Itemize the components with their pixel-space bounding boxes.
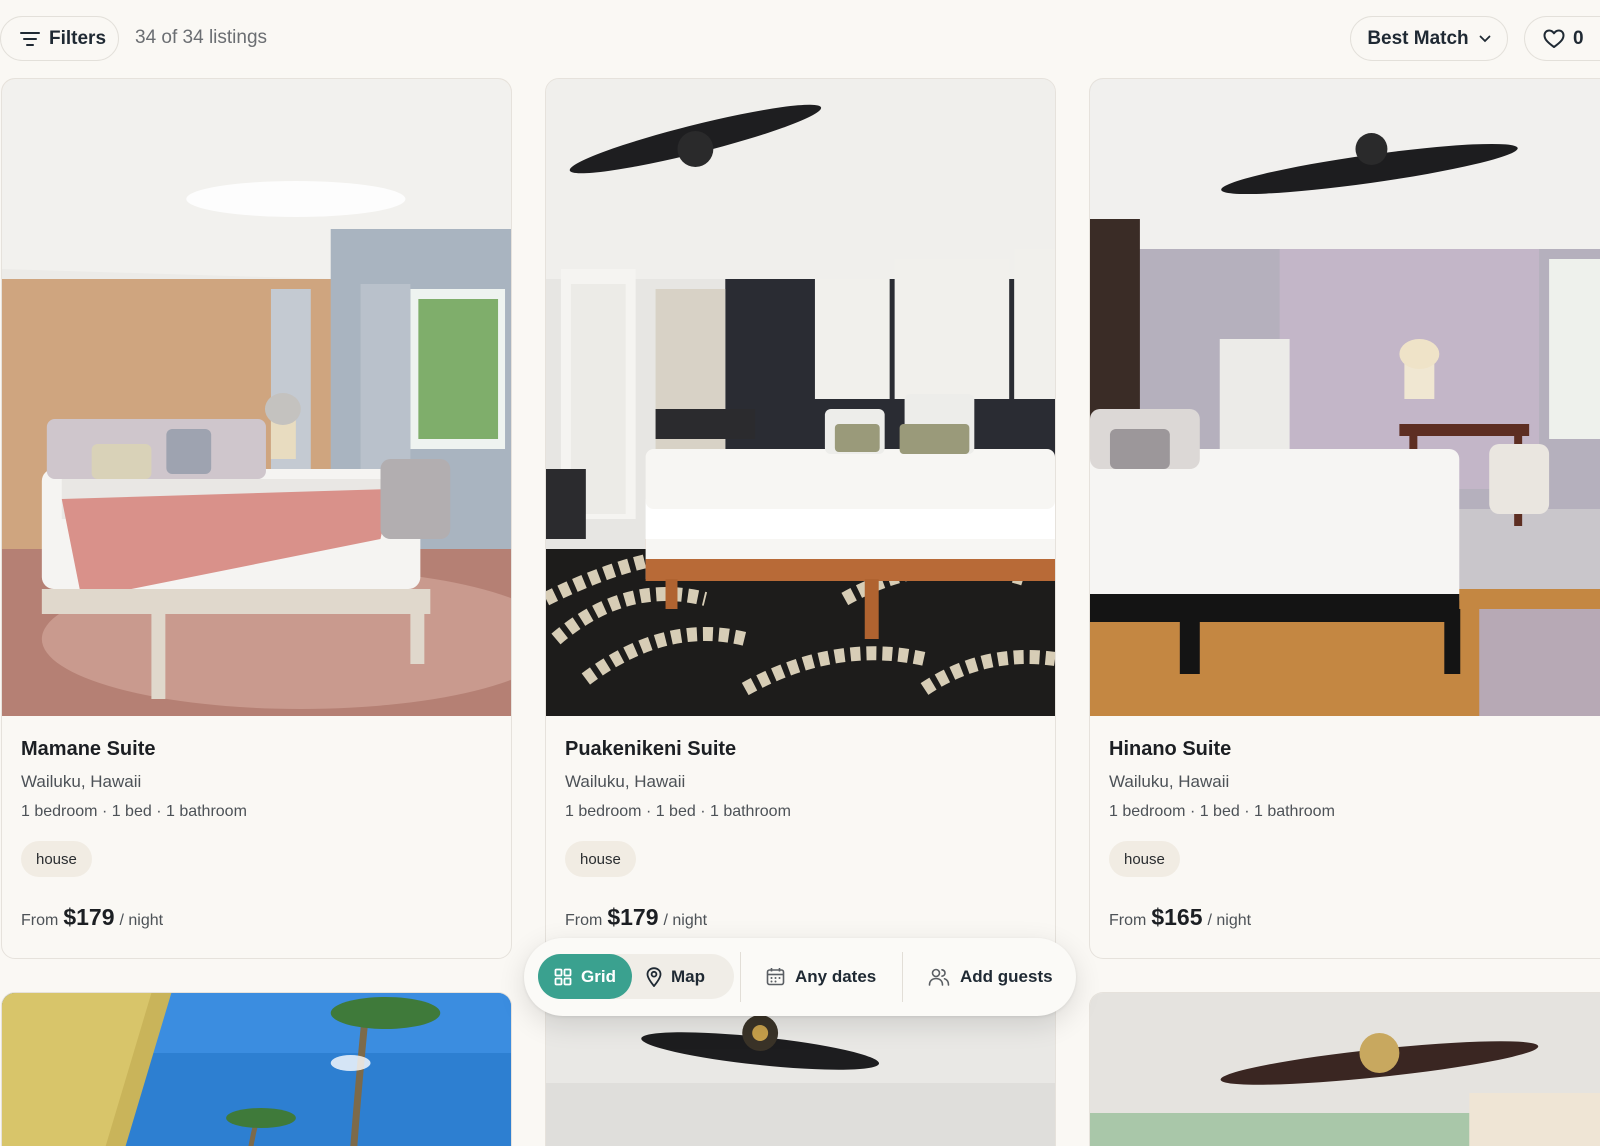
price-suffix: / night <box>119 912 164 929</box>
property-type-tag: house <box>1109 841 1180 877</box>
listing-price: From $179 / night <box>565 904 707 931</box>
price-prefix: From <box>565 912 603 929</box>
favorites-button[interactable]: 0 <box>1524 16 1600 61</box>
chevron-down-icon <box>1479 35 1491 43</box>
guests-label: Add guests <box>960 966 1053 986</box>
map-pin-icon <box>646 966 662 987</box>
filters-button[interactable]: Filters <box>0 16 119 61</box>
guests-button[interactable]: Add guests <box>928 954 1053 999</box>
users-icon <box>928 968 950 986</box>
listing-price: From $179 / night <box>21 904 163 931</box>
listing-card[interactable]: Puakenikeni Suite Wailuku, Hawaii 1 bedr… <box>545 78 1056 959</box>
listing-photo <box>2 993 511 1146</box>
toolbar: Filters 34 of 34 listings Best Match 0 <box>0 0 1600 78</box>
listing-count: 34 of 34 listings <box>135 27 268 48</box>
listing-price: From $165 / night <box>1109 904 1251 931</box>
listing-location: Wailuku, Hawaii <box>1109 772 1230 791</box>
listings-page: Filters 34 of 34 listings Best Match 0 M… <box>0 0 1600 1146</box>
heart-icon <box>1543 29 1565 49</box>
listing-card[interactable]: Hinano Suite Wailuku, Hawaii 1 bedroom ·… <box>1089 78 1600 959</box>
property-type-tag: house <box>565 841 636 877</box>
calendar-icon <box>766 967 785 986</box>
dates-button[interactable]: Any dates <box>766 954 876 999</box>
listing-photo <box>546 79 1055 716</box>
map-label: Map <box>671 966 705 986</box>
favorites-count: 0 <box>1573 27 1584 49</box>
price-amount: $165 <box>1151 904 1203 930</box>
price-suffix: / night <box>1207 912 1252 929</box>
listing-card[interactable] <box>1 992 512 1146</box>
listing-specs: 1 bedroom · 1 bed · 1 bathroom <box>21 803 247 820</box>
price-amount: $179 <box>607 904 659 930</box>
listing-specs: 1 bedroom · 1 bed · 1 bathroom <box>565 803 791 820</box>
view-toggle: Grid Map <box>538 954 734 999</box>
listing-card[interactable] <box>1089 992 1600 1146</box>
listing-title: Puakenikeni Suite <box>565 738 737 760</box>
listing-title: Hinano Suite <box>1109 738 1232 760</box>
dates-label: Any dates <box>795 966 877 986</box>
grid-icon <box>554 968 572 986</box>
price-amount: $179 <box>63 904 115 930</box>
listing-card[interactable]: Mamane Suite Wailuku, Hawaii 1 bedroom ·… <box>1 78 512 959</box>
property-type-tag: house <box>21 841 92 877</box>
listing-location: Wailuku, Hawaii <box>21 772 142 791</box>
sort-label: Best Match <box>1367 27 1469 49</box>
filters-label: Filters <box>49 27 107 49</box>
grid-view-button[interactable]: Grid <box>538 954 632 999</box>
sort-dropdown[interactable]: Best Match <box>1350 16 1508 61</box>
toolbar-divider <box>902 952 903 1002</box>
map-view-button[interactable]: Map <box>646 954 734 999</box>
listing-title: Mamane Suite <box>21 738 156 760</box>
view-toolbar: Grid Map Any dates Add guests <box>524 938 1076 1016</box>
listing-photo <box>2 79 511 716</box>
price-suffix: / night <box>663 912 708 929</box>
filter-icon <box>19 30 41 48</box>
price-prefix: From <box>21 912 59 929</box>
listing-photo <box>1090 79 1600 716</box>
price-prefix: From <box>1109 912 1147 929</box>
listing-specs: 1 bedroom · 1 bed · 1 bathroom <box>1109 803 1335 820</box>
listing-location: Wailuku, Hawaii <box>565 772 686 791</box>
grid-label: Grid <box>581 966 616 986</box>
toolbar-divider <box>740 952 741 1002</box>
listing-photo <box>1090 993 1600 1146</box>
